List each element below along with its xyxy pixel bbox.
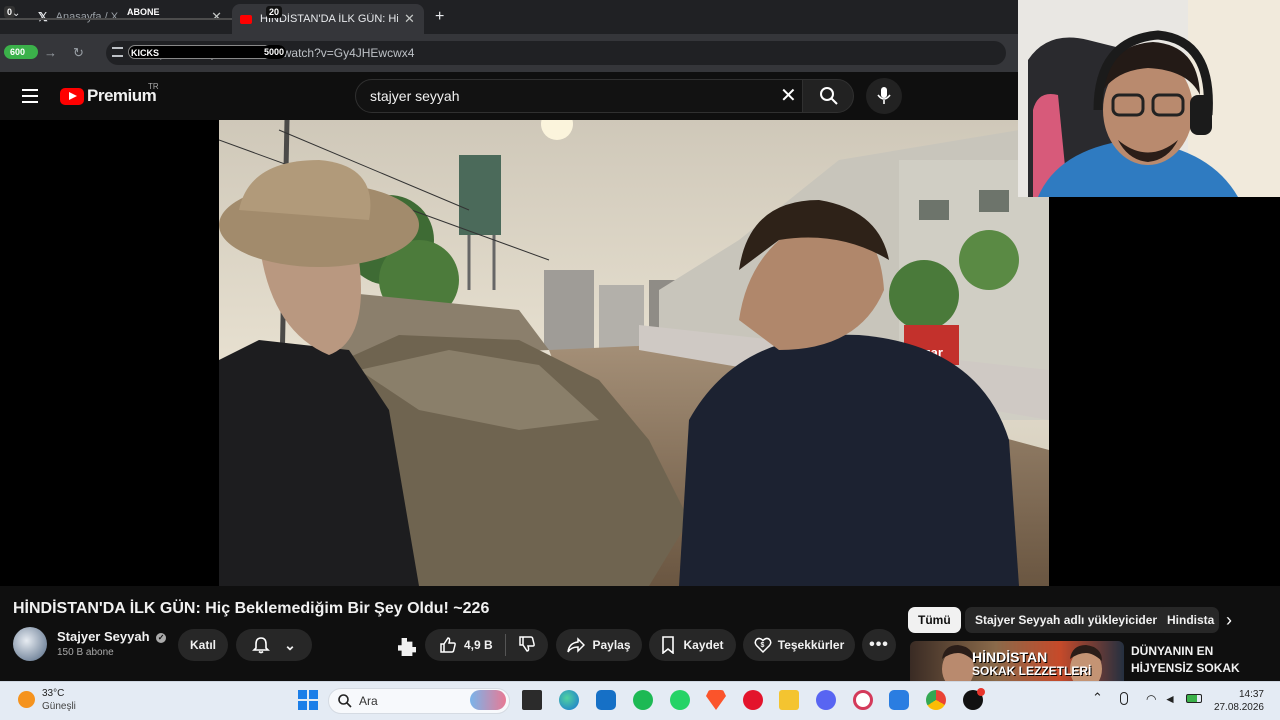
app-icon[interactable]	[889, 690, 909, 710]
thumbnail-title-line: SOKAK LEZZETLERİ	[972, 664, 1092, 678]
abone-overlay: ABONE	[127, 7, 160, 17]
screen: 𝕏 Anasayfa / X ✕ HİNDİSTAN'DA İLK GÜN: H…	[0, 0, 1280, 720]
like-count: 4,9 B	[464, 638, 493, 652]
channel-name-label: Stajyer Seyyah	[57, 629, 150, 644]
battery-icon[interactable]	[1186, 694, 1202, 703]
clear-search-icon[interactable]: ✕	[780, 86, 797, 106]
subscriber-count: 150 B abone	[57, 647, 114, 658]
search-icon	[338, 694, 352, 708]
more-actions-button[interactable]: •••	[862, 629, 896, 661]
puzzle-extension-icon[interactable]	[398, 638, 416, 656]
discord-icon[interactable]	[816, 690, 836, 710]
kicks-label: KICKS	[131, 48, 160, 58]
x-logo-icon: 𝕏	[38, 10, 48, 24]
reload-icon[interactable]: ↻	[73, 45, 84, 61]
save-button[interactable]: Kaydet	[649, 629, 736, 661]
bookmark-icon	[662, 636, 675, 654]
more-horizontal-icon: •••	[869, 636, 889, 653]
spotify-icon[interactable]	[633, 690, 653, 710]
green-counter-pill: 600	[4, 45, 38, 59]
bell-icon	[252, 637, 271, 654]
site-settings-icon[interactable]	[112, 47, 123, 57]
chrome-icon[interactable]	[926, 690, 946, 710]
notification-dot	[977, 688, 985, 696]
opera-icon[interactable]	[743, 690, 763, 710]
notification-bell-button[interactable]: ⌄	[236, 629, 312, 661]
thumbs-up-icon	[440, 637, 456, 653]
taskbar-clock[interactable]: 14:37 27.08.2026	[1210, 688, 1264, 714]
channel-name[interactable]: Stajyer Seyyah ✓	[57, 629, 167, 644]
microphone-icon	[877, 87, 891, 104]
webcam-overlay	[1018, 0, 1280, 197]
youtube-logo[interactable]: Premium	[60, 86, 157, 106]
share-label: Paylaş	[592, 638, 631, 652]
dislike-button[interactable]	[518, 635, 536, 656]
white-counter-pill: 5000	[262, 45, 287, 59]
heart-dollar-icon: $	[754, 637, 772, 654]
like-dislike-group: 4,9 B	[425, 629, 548, 661]
volume-icon[interactable]: ◄	[1164, 692, 1176, 706]
edge-browser-icon[interactable]	[559, 690, 579, 710]
youtube-play-icon	[60, 87, 84, 105]
file-explorer-icon[interactable]	[779, 690, 799, 710]
voice-search-button[interactable]	[866, 78, 902, 114]
search-button[interactable]	[802, 79, 854, 113]
brand-label: Premium	[87, 86, 157, 105]
clock-time: 14:37	[1238, 689, 1264, 700]
video-frame[interactable]: bazar	[219, 120, 1049, 586]
join-button[interactable]: Katıl	[178, 629, 228, 661]
verified-icon: ✓	[156, 632, 167, 643]
hamburger-menu-icon[interactable]	[22, 89, 38, 103]
share-icon	[567, 637, 586, 653]
close-tab-icon[interactable]: ✕	[211, 9, 222, 25]
overlay-bar	[0, 18, 232, 20]
thanks-button[interactable]: $ Teşekkürler	[743, 629, 855, 661]
new-tab-button[interactable]: +	[435, 8, 444, 26]
country-code: TR	[148, 82, 159, 91]
search-highlight-icon	[470, 690, 506, 710]
wifi-icon[interactable]: ◠	[1146, 692, 1156, 706]
video-title: HİNDİSTAN'DA İLK GÜN: Hiç Beklemediğim B…	[13, 600, 490, 617]
recommendation-title[interactable]: DÜNYANIN EN HİJYENSİZ SOKAK	[1131, 643, 1271, 677]
forward-icon[interactable]: →	[44, 45, 57, 60]
chip-india[interactable]: Hindista	[1157, 607, 1219, 633]
chevron-up-icon[interactable]: ⌃	[1092, 690, 1103, 706]
microphone-icon[interactable]	[1120, 692, 1128, 705]
chevron-down-icon: ⌄	[284, 636, 296, 653]
chevron-right-icon[interactable]: ›	[1226, 610, 1232, 631]
search-icon	[820, 87, 838, 105]
chip-all[interactable]: Tümü	[908, 607, 961, 633]
save-label: Kaydet	[683, 638, 724, 652]
weather-description: Güneşli	[42, 701, 76, 712]
svg-text:$: $	[760, 642, 764, 649]
thumbnail-title-line: HİNDİSTAN	[972, 649, 1048, 665]
tab-youtube[interactable]: HİNDİSTAN'DA İLK GÜN: Hiç Be ✕	[232, 4, 424, 34]
close-tab-icon[interactable]: ✕	[404, 11, 415, 27]
channel-avatar[interactable]	[13, 627, 47, 661]
webcam-scene	[1018, 0, 1280, 197]
video-scene: bazar	[219, 120, 1049, 586]
chip-from-uploader[interactable]: Stajyer Seyyah adlı yükleyiciden	[965, 607, 1170, 633]
search-input[interactable]: stajyer seyyah	[355, 79, 803, 113]
thanks-label: Teşekkürler	[777, 638, 845, 652]
opera-gx-icon[interactable]	[853, 690, 873, 710]
divider	[504, 634, 506, 656]
clock-date: 27.08.2026	[1213, 702, 1264, 713]
store-app-icon[interactable]	[596, 690, 616, 710]
youtube-favicon-icon	[240, 14, 252, 24]
thumbs-down-icon	[518, 635, 535, 652]
windows-start-icon[interactable]	[298, 690, 318, 710]
share-button[interactable]: Paylaş	[556, 629, 642, 661]
counter-badge: 20	[266, 6, 283, 18]
weather-temperature: 33°C	[42, 688, 65, 699]
tab-title: Anasayfa / X	[55, 11, 119, 23]
thumbnail-title: HİNDİSTAN SOKAK LEZZETLERİ	[972, 650, 1091, 678]
whatsapp-icon[interactable]	[670, 690, 690, 710]
task-view-icon[interactable]	[522, 690, 542, 710]
weather-sun-icon[interactable]	[18, 691, 35, 708]
like-button[interactable]: 4,9 B	[439, 636, 493, 654]
